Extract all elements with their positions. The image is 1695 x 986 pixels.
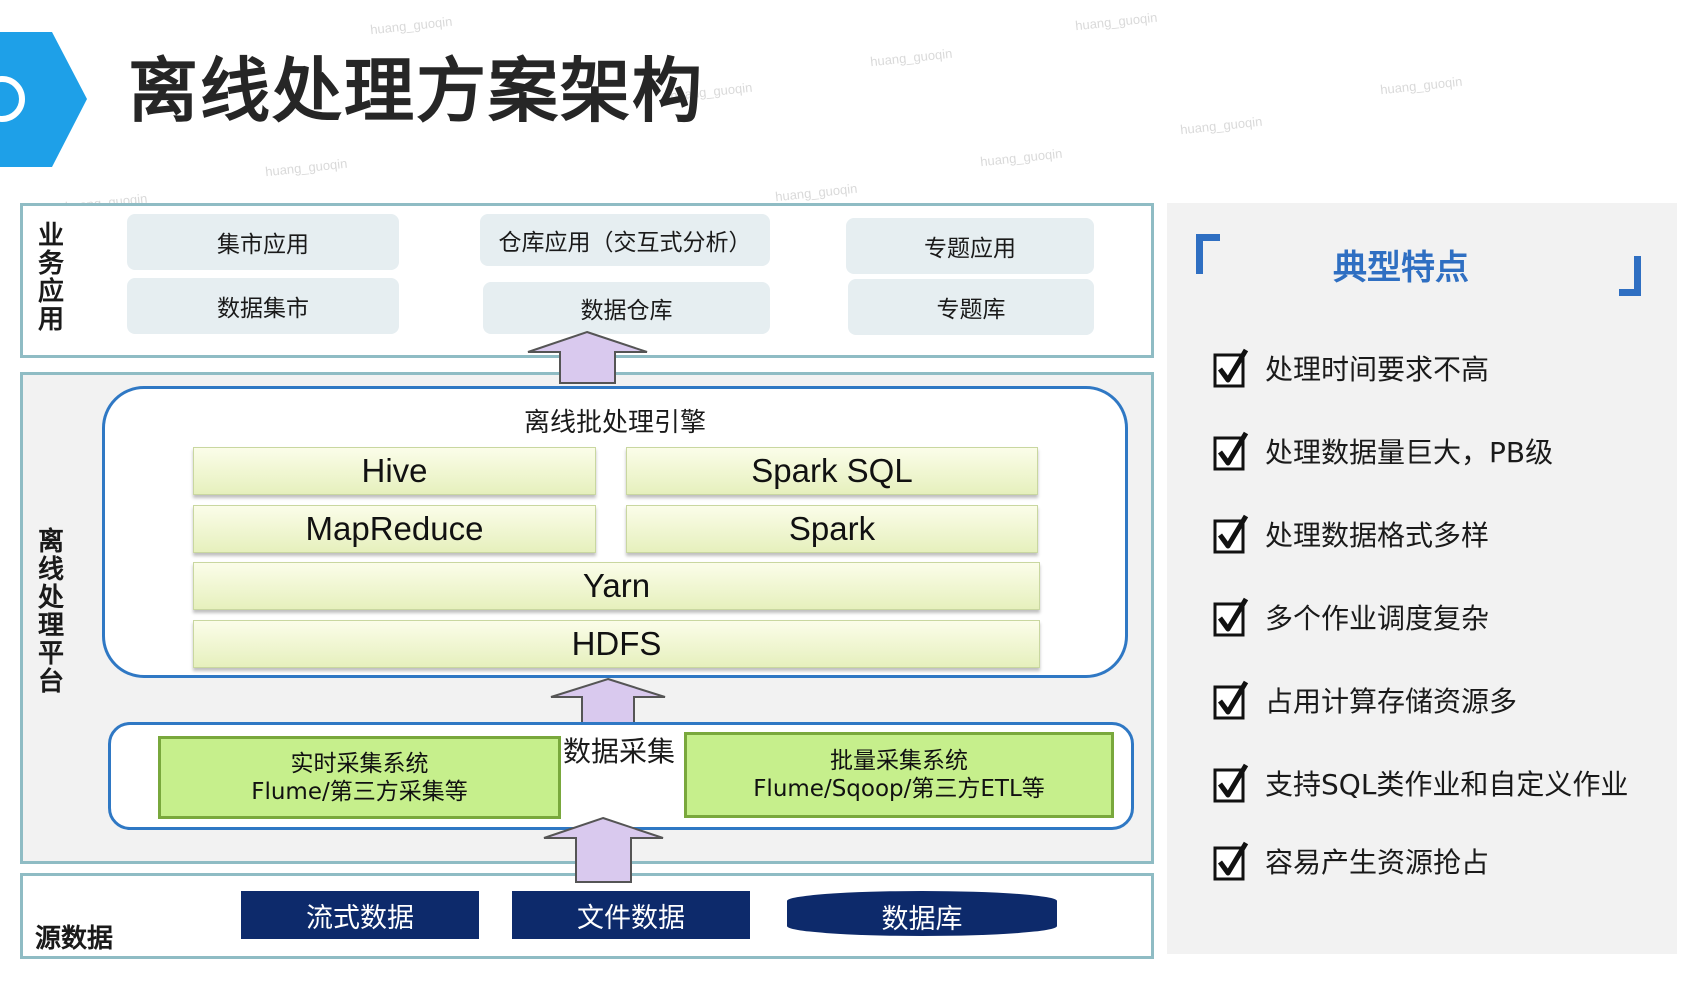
up-arrow-icon: [543, 816, 664, 883]
yarn-component: Yarn: [193, 562, 1040, 610]
batch-collection-box: 批量采集系统 Flume/Sqoop/第三方ETL等: [684, 732, 1114, 818]
topic-store-box: 专题库: [848, 279, 1094, 335]
corner-bracket-icon: [1196, 234, 1220, 274]
feature-item: 处理时间要求不高: [1213, 346, 1489, 390]
batch-collection-name: 批量采集系统: [830, 748, 968, 774]
hdfs-component: HDFS: [193, 620, 1040, 668]
spark-sql-component: Spark SQL: [626, 447, 1038, 495]
realtime-collection-name: 实时采集系统: [290, 750, 429, 777]
features-title: 典型特点: [1333, 248, 1469, 288]
feature-item: 处理数据格式多样: [1213, 512, 1489, 556]
feature-item: 容易产生资源抢占: [1213, 839, 1489, 883]
watermark: huang_guoqin: [869, 45, 953, 70]
watermark: huang_guoqin: [369, 13, 453, 38]
feature-item: 多个作业调度复杂: [1213, 595, 1489, 639]
up-arrow-icon: [550, 677, 666, 724]
feature-text: 处理数据格式多样: [1265, 519, 1490, 552]
database-source: 数据库: [787, 891, 1057, 936]
watermark: huang_guoqin: [1379, 73, 1463, 98]
spark-component: Spark: [626, 505, 1038, 553]
feature-text: 容易产生资源抢占: [1265, 846, 1490, 879]
stream-data-source: 流式数据: [241, 891, 479, 939]
warehouse-app-box: 仓库应用（交互式分析）: [480, 214, 770, 266]
platform-section-label: 离线处理平台: [37, 527, 64, 697]
business-section-label: 业务应用: [37, 221, 64, 335]
feature-item: 支持SQL类作业和自定义作业: [1213, 761, 1628, 805]
header-chevron-badge: [0, 32, 97, 167]
source-section-label: 源数据: [35, 924, 114, 954]
topic-app-box: 专题应用: [846, 218, 1094, 274]
realtime-collection-box: 实时采集系统 Flume/第三方采集等: [158, 736, 561, 819]
mapreduce-component: MapReduce: [193, 505, 596, 553]
watermark: huang_guoqin: [1179, 113, 1263, 138]
up-arrow-icon: [527, 330, 648, 384]
feature-text: 处理数据量巨大，PB级: [1265, 436, 1554, 469]
feature-text: 处理时间要求不高: [1265, 353, 1490, 386]
watermark: huang_guoqin: [1074, 9, 1158, 34]
checkbox-checked-icon: [1213, 841, 1249, 881]
file-data-source: 文件数据: [512, 891, 750, 939]
watermark: huang_guoqin: [979, 145, 1063, 170]
batch-collection-tools: Flume/Sqoop/第三方ETL等: [753, 776, 1045, 802]
feature-text: 多个作业调度复杂: [1265, 602, 1490, 635]
checkbox-checked-icon: [1213, 431, 1249, 471]
checkbox-checked-icon: [1213, 514, 1249, 554]
checkbox-checked-icon: [1213, 763, 1249, 803]
data-collection-title: 数据采集: [563, 735, 676, 768]
checkbox-checked-icon: [1213, 680, 1249, 720]
realtime-collection-tools: Flume/第三方采集等: [251, 778, 468, 805]
page-title: 离线处理方案架构: [128, 50, 704, 132]
corner-bracket-icon: [1619, 256, 1641, 296]
feature-item: 处理数据量巨大，PB级: [1213, 429, 1553, 473]
checkbox-checked-icon: [1213, 348, 1249, 388]
batch-engine-title: 离线批处理引擎: [523, 408, 706, 438]
hive-component: Hive: [193, 447, 596, 495]
watermark: huang_guoqin: [774, 180, 858, 205]
data-warehouse-box: 数据仓库: [483, 282, 770, 334]
checkbox-checked-icon: [1213, 597, 1249, 637]
data-mart-box: 数据集市: [127, 278, 399, 334]
feature-item: 占用计算存储资源多: [1213, 678, 1517, 722]
watermark: huang_guoqin: [264, 155, 348, 180]
feature-text: 占用计算存储资源多: [1265, 685, 1518, 718]
market-app-box: 集市应用: [127, 214, 399, 270]
feature-text: 支持SQL类作业和自定义作业: [1265, 768, 1629, 801]
